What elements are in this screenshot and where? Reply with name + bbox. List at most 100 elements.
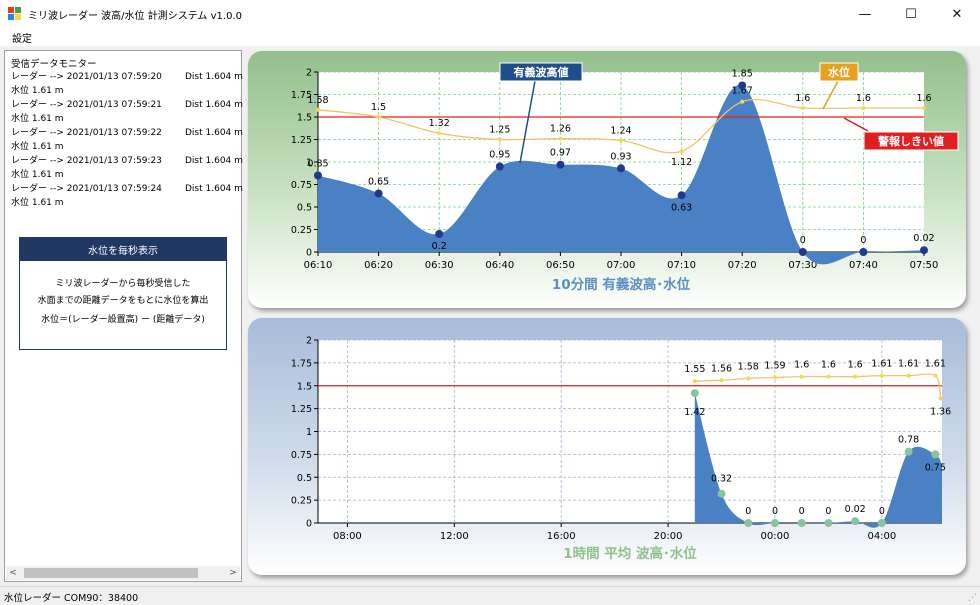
y-tick-label: 0.5 — [297, 203, 312, 214]
wave-height-point — [556, 160, 565, 169]
wave-height-label: 0.95 — [489, 150, 510, 161]
y-tick-label: 2 — [306, 336, 312, 347]
y-tick-label: 1.75 — [291, 358, 312, 369]
y-tick-label: 0.75 — [291, 450, 312, 461]
water-level-label: 1.6 — [794, 360, 809, 371]
scroll-right-button[interactable]: > — [226, 566, 240, 580]
log-line: レーダー --> 2021/01/13 07:59:23 Dist 1.604 m — [11, 154, 243, 168]
water-level-point — [826, 374, 831, 379]
water-level-point — [938, 396, 943, 401]
window-title: ミリ波レーダー 波高/水位 計測システム v1.0.0 — [28, 10, 242, 22]
log-line: レーダー --> 2021/01/13 07:59:22 Dist 1.604 m — [11, 126, 243, 140]
x-tick-label: 06:50 — [546, 260, 575, 271]
x-tick-label: 06:40 — [485, 260, 514, 271]
wave-height-point — [738, 81, 747, 90]
water-level-label: 1.58 — [307, 95, 328, 106]
log-text: レーダー --> 2021/01/13 07:59:22 — [11, 128, 162, 138]
menu-bar: 設定 — [0, 28, 980, 46]
y-tick-label: 0.75 — [291, 180, 312, 191]
water-level-label: 1.61 — [898, 359, 919, 370]
status-bar: 水位レーダー COM90：38400 ⋰ — [0, 586, 980, 605]
info-box-title: 水位を毎秒表示 — [20, 238, 226, 261]
water-level-label: 1.56 — [711, 363, 732, 374]
close-button[interactable]: ✕ — [934, 0, 980, 28]
horizontal-scrollbar[interactable]: < > — [6, 566, 240, 580]
wave-height-label: 0.93 — [610, 151, 631, 162]
title-bar: ミリ波レーダー 波高/水位 計測システム v1.0.0 — ☐ ✕ — [0, 0, 980, 28]
wave-height-point — [931, 450, 940, 459]
y-tick-label: 0.25 — [291, 496, 312, 507]
x-tick-label: 20:00 — [654, 531, 683, 542]
water-level-label: 1.32 — [429, 118, 450, 129]
water-level-label: 1.61 — [925, 359, 946, 370]
wave-height-label: 0.65 — [368, 177, 389, 188]
x-tick-label: 06:20 — [364, 260, 393, 271]
y-tick-label: 0.5 — [297, 473, 312, 484]
y-tick-label: 1.5 — [297, 113, 312, 124]
wave-height-label: 0.78 — [898, 435, 919, 446]
info-line-2: 水面までの距離データをもとに水位を算出 — [37, 296, 209, 306]
x-tick-label: 06:30 — [425, 260, 454, 271]
log-line: 水位 1.61 m — [11, 84, 243, 98]
wave-height-label: 0 — [799, 506, 805, 517]
x-tick-label: 12:00 — [440, 531, 469, 542]
x-tick-label: 07:40 — [849, 260, 878, 271]
wave-height-point — [435, 230, 444, 238]
water-level-label: 1.26 — [550, 124, 571, 135]
wave-height-point — [877, 519, 886, 527]
wave-height-label: 0.02 — [845, 504, 866, 515]
wave-height-label: 0 — [860, 235, 866, 246]
wave-height-label: 0.75 — [925, 462, 946, 473]
water-level-point — [746, 376, 751, 381]
water-level-point — [376, 115, 381, 119]
water-level-point — [922, 106, 926, 110]
log-line: 水位 1.61 m — [11, 196, 243, 210]
water-level-point — [879, 373, 884, 378]
water-level-point — [619, 138, 623, 143]
chart-title: 1時間 平均 波高･水位 — [563, 545, 697, 562]
info-box: 水位を毎秒表示 ミリ波レーダーから毎秒受信した 水面までの距離データをもとに水位… — [19, 237, 227, 350]
x-tick-label: 00:00 — [761, 531, 790, 542]
wave-height-point — [851, 517, 860, 526]
wave-height-point — [314, 171, 322, 180]
wave-height-point — [859, 248, 868, 256]
log-text: レーダー --> 2021/01/13 07:59:20 — [11, 72, 162, 82]
wave-height-point — [770, 519, 779, 527]
top-chart: 00.250.50.7511.251.51.75206:10 06:20 06:30… — [291, 62, 959, 293]
y-tick-label: 1.25 — [291, 135, 312, 146]
x-tick-label: 07:10 — [667, 260, 696, 271]
log-line: レーダー --> 2021/01/13 07:59:21 Dist 1.604 m — [11, 98, 243, 112]
water-level-point — [679, 149, 684, 154]
wave-height-point — [617, 164, 625, 173]
app-grid-icon — [8, 7, 22, 21]
y-tick-label: 0 — [306, 248, 312, 259]
wave-height-label: 0 — [772, 506, 778, 517]
maximize-button[interactable]: ☐ — [888, 0, 934, 28]
water-level-label: 1.12 — [671, 157, 692, 168]
log-distance: Dist 1.604 m — [185, 100, 243, 110]
water-level-label: 1.59 — [764, 361, 785, 372]
wave-height-point — [744, 519, 753, 527]
wave-height-label: 0 — [825, 506, 831, 517]
log-line: 水位 1.61 m — [11, 168, 243, 182]
log-distance: Dist 1.604 m — [185, 72, 243, 82]
minimize-button[interactable]: — — [842, 0, 888, 28]
wave-height-point — [717, 489, 726, 498]
x-tick-label: 07:00 — [607, 260, 636, 271]
water-level-label: 1.6 — [795, 93, 810, 104]
log-line: 水位 1.61 m — [11, 112, 243, 126]
monitor-title: 受信データモニター — [11, 59, 97, 70]
wave-height-point — [824, 519, 833, 527]
y-tick-label: 1.25 — [291, 404, 312, 415]
water-level-label: 1.24 — [610, 125, 631, 136]
log-distance: Dist 1.604 m — [185, 128, 243, 138]
water-level-point — [933, 373, 938, 378]
water-level-point — [437, 131, 442, 136]
scrollbar-thumb[interactable] — [24, 568, 198, 578]
wave-height-label: 0.32 — [711, 474, 732, 485]
resize-grip-icon[interactable]: ⋰ — [968, 593, 977, 603]
water-level-label: 1.55 — [684, 364, 705, 375]
water-level-label: 1.5 — [371, 102, 386, 113]
menu-settings[interactable]: 設定 — [12, 30, 32, 45]
scroll-left-button[interactable]: < — [6, 566, 20, 580]
